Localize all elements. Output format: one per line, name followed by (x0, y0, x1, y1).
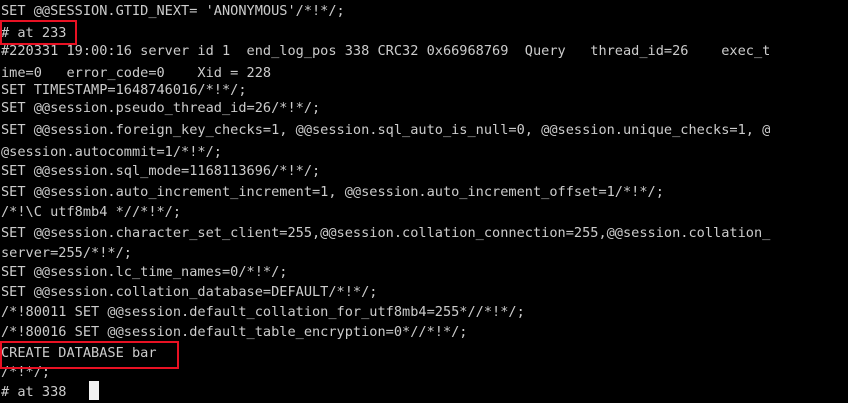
terminal-line-lc-time-names: SET @@session.lc_time_names=0/*!*/; (1, 264, 288, 280)
terminal-line-auto-increment: SET @@session.auto_increment_increment=1… (1, 184, 664, 200)
terminal-line-sql-mode: SET @@session.sql_mode=1168113696/*!*/; (1, 163, 321, 179)
terminal-line-character-set-client: SET @@session.character_set_client=255,@… (1, 225, 771, 241)
terminal-line-foreign-key-checks: SET @@session.foreign_key_checks=1, @@se… (1, 122, 771, 138)
terminal-line-pseudo-thread-id: SET @@session.pseudo_thread_id=26/*!*/; (1, 100, 321, 116)
terminal-line-gtid-next: SET @@SESSION.GTID_NEXT= 'ANONYMOUS'/*!*… (1, 3, 345, 19)
terminal-window[interactable]: SET @@SESSION.GTID_NEXT= 'ANONYMOUS'/*!*… (0, 0, 848, 403)
highlight-box-create-database (0, 341, 179, 369)
terminal-line-collation-database: SET @@session.collation_database=DEFAULT… (1, 284, 378, 300)
highlight-box-at-233 (0, 20, 77, 45)
terminal-cursor (89, 381, 99, 400)
terminal-line-event-header: #220331 19:00:16 server id 1 end_log_pos… (1, 43, 771, 59)
terminal-line-charset: /*!\C utf8mb4 *//*!*/; (1, 204, 182, 220)
terminal-line-at-338: # at 338 (1, 384, 67, 400)
terminal-line-table-encryption: /*!80016 SET @@session.default_table_enc… (1, 324, 468, 340)
terminal-line-default-collation: /*!80011 SET @@session.default_collation… (1, 304, 525, 320)
